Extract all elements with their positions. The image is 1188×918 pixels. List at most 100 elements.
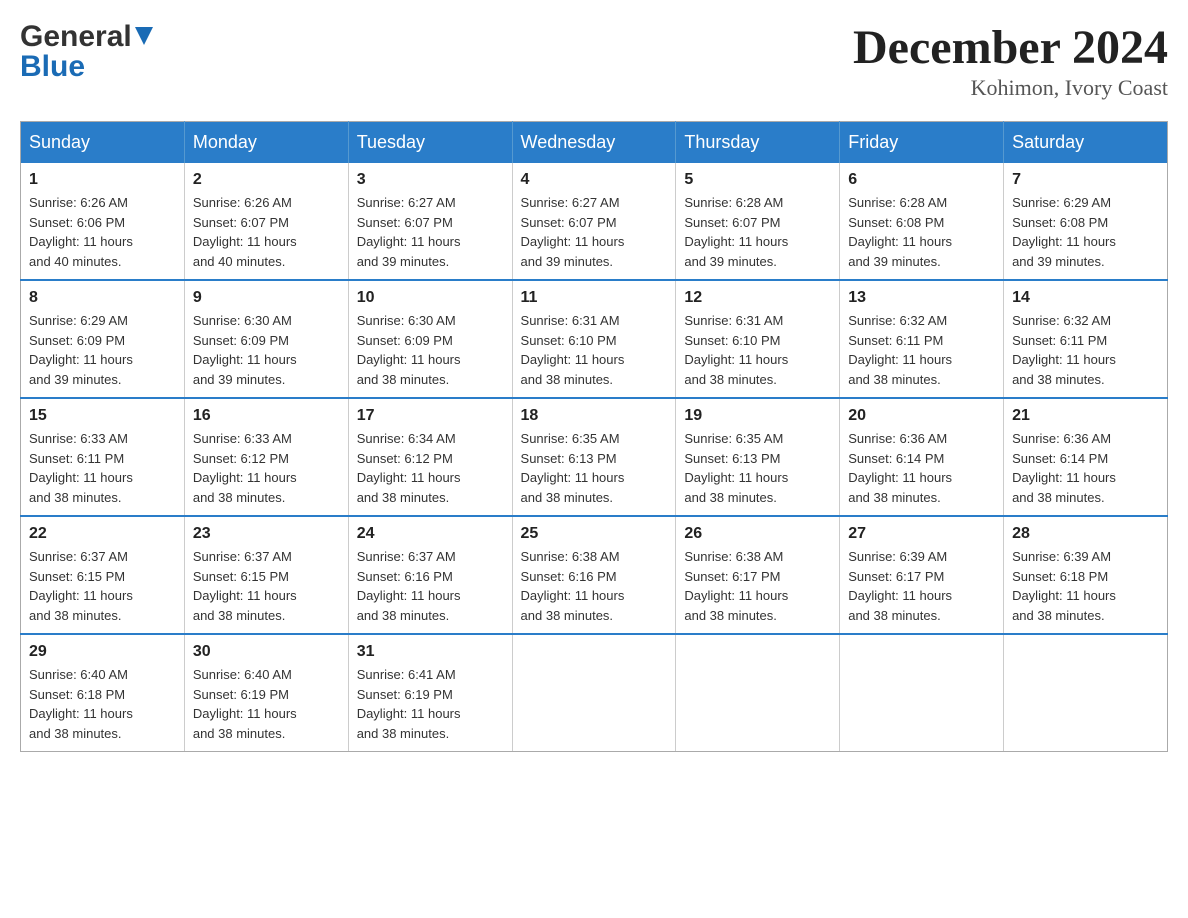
- day-number: 15: [29, 407, 176, 425]
- calendar-day-cell: [512, 634, 676, 752]
- calendar-day-cell: 24 Sunrise: 6:37 AMSunset: 6:16 PMDayligh…: [348, 516, 512, 634]
- calendar-day-cell: 21 Sunrise: 6:36 AMSunset: 6:14 PMDayligh…: [1004, 398, 1168, 516]
- day-info: Sunrise: 6:37 AMSunset: 6:16 PMDaylight:…: [357, 547, 504, 625]
- calendar-day-cell: 15 Sunrise: 6:33 AMSunset: 6:11 PMDayligh…: [21, 398, 185, 516]
- day-number: 27: [848, 525, 995, 543]
- day-info: Sunrise: 6:31 AMSunset: 6:10 PMDaylight:…: [521, 311, 668, 389]
- column-header-tuesday: Tuesday: [348, 122, 512, 164]
- day-info: Sunrise: 6:38 AMSunset: 6:16 PMDaylight:…: [521, 547, 668, 625]
- day-info: Sunrise: 6:37 AMSunset: 6:15 PMDaylight:…: [193, 547, 340, 625]
- calendar-day-cell: 7Sunrise: 6:29 AMSunset: 6:08 PMDaylight…: [1004, 163, 1168, 280]
- calendar-day-cell: 25 Sunrise: 6:38 AMSunset: 6:16 PMDayligh…: [512, 516, 676, 634]
- calendar-day-cell: [676, 634, 840, 752]
- day-info: Sunrise: 6:26 AMSunset: 6:06 PMDaylight:…: [29, 193, 176, 271]
- day-number: 21: [1012, 407, 1159, 425]
- location: Kohimon, Ivory Coast: [853, 75, 1168, 101]
- day-info: Sunrise: 6:39 AMSunset: 6:18 PMDaylight:…: [1012, 547, 1159, 625]
- day-info: Sunrise: 6:36 AMSunset: 6:14 PMDaylight:…: [848, 429, 995, 507]
- calendar-day-cell: 6 Sunrise: 6:28 AMSunset: 6:08 PMDaylight…: [840, 163, 1004, 280]
- calendar-day-cell: 8 Sunrise: 6:29 AMSunset: 6:09 PMDaylight…: [21, 280, 185, 398]
- day-number: 19: [684, 407, 831, 425]
- column-header-sunday: Sunday: [21, 122, 185, 164]
- calendar-day-cell: 4Sunrise: 6:27 AMSunset: 6:07 PMDaylight…: [512, 163, 676, 280]
- day-number: 6: [848, 171, 995, 189]
- day-number: 1: [29, 171, 176, 189]
- calendar-day-cell: 23 Sunrise: 6:37 AMSunset: 6:15 PMDayligh…: [184, 516, 348, 634]
- day-info: Sunrise: 6:34 AMSunset: 6:12 PMDaylight:…: [357, 429, 504, 507]
- day-number: 26: [684, 525, 831, 543]
- calendar-day-cell: 30 Sunrise: 6:40 AMSunset: 6:19 PMDayligh…: [184, 634, 348, 752]
- day-number: 23: [193, 525, 340, 543]
- day-number: 28: [1012, 525, 1159, 543]
- day-number: 10: [357, 289, 504, 307]
- logo: General Blue: [20, 20, 153, 84]
- logo-blue: Blue: [20, 50, 153, 84]
- month-title: December 2024: [853, 20, 1168, 75]
- day-number: 24: [357, 525, 504, 543]
- calendar-week-1: 1 Sunrise: 6:26 AMSunset: 6:06 PMDaylight…: [21, 163, 1168, 280]
- day-info: Sunrise: 6:36 AMSunset: 6:14 PMDaylight:…: [1012, 429, 1159, 507]
- day-info: Sunrise: 6:41 AMSunset: 6:19 PMDaylight:…: [357, 665, 504, 743]
- day-number: 30: [193, 643, 340, 661]
- day-number: 18: [521, 407, 668, 425]
- logo-arrow-icon: [135, 27, 153, 47]
- calendar-day-cell: 27Sunrise: 6:39 AMSunset: 6:17 PMDayligh…: [840, 516, 1004, 634]
- day-number: 13: [848, 289, 995, 307]
- calendar-day-cell: 10 Sunrise: 6:30 AMSunset: 6:09 PMDayligh…: [348, 280, 512, 398]
- logo-general: General: [20, 20, 153, 54]
- day-info: Sunrise: 6:29 AMSunset: 6:09 PMDaylight:…: [29, 311, 176, 389]
- calendar-week-3: 15 Sunrise: 6:33 AMSunset: 6:11 PMDayligh…: [21, 398, 1168, 516]
- column-header-monday: Monday: [184, 122, 348, 164]
- calendar-day-cell: 11Sunrise: 6:31 AMSunset: 6:10 PMDayligh…: [512, 280, 676, 398]
- day-info: Sunrise: 6:38 AMSunset: 6:17 PMDaylight:…: [684, 547, 831, 625]
- calendar-day-cell: 22Sunrise: 6:37 AMSunset: 6:15 PMDayligh…: [21, 516, 185, 634]
- calendar-day-cell: 5Sunrise: 6:28 AMSunset: 6:07 PMDaylight…: [676, 163, 840, 280]
- calendar-day-cell: 12 Sunrise: 6:31 AMSunset: 6:10 PMDayligh…: [676, 280, 840, 398]
- calendar-header-row: SundayMondayTuesdayWednesdayThursdayFrid…: [21, 122, 1168, 164]
- day-info: Sunrise: 6:28 AMSunset: 6:08 PMDaylight:…: [848, 193, 995, 271]
- day-number: 25: [521, 525, 668, 543]
- column-header-thursday: Thursday: [676, 122, 840, 164]
- day-info: Sunrise: 6:33 AMSunset: 6:11 PMDaylight:…: [29, 429, 176, 507]
- day-info: Sunrise: 6:37 AMSunset: 6:15 PMDaylight:…: [29, 547, 176, 625]
- page-header: General Blue December 2024 Kohimon, Ivor…: [20, 20, 1168, 101]
- day-number: 3: [357, 171, 504, 189]
- day-number: 7: [1012, 171, 1159, 189]
- calendar-day-cell: 19 Sunrise: 6:35 AMSunset: 6:13 PMDayligh…: [676, 398, 840, 516]
- calendar-day-cell: 31 Sunrise: 6:41 AMSunset: 6:19 PMDayligh…: [348, 634, 512, 752]
- calendar-week-2: 8 Sunrise: 6:29 AMSunset: 6:09 PMDaylight…: [21, 280, 1168, 398]
- day-number: 2: [193, 171, 340, 189]
- calendar-day-cell: 2 Sunrise: 6:26 AMSunset: 6:07 PMDaylight…: [184, 163, 348, 280]
- calendar-day-cell: 18Sunrise: 6:35 AMSunset: 6:13 PMDayligh…: [512, 398, 676, 516]
- calendar-week-4: 22Sunrise: 6:37 AMSunset: 6:15 PMDayligh…: [21, 516, 1168, 634]
- day-number: 9: [193, 289, 340, 307]
- day-number: 29: [29, 643, 176, 661]
- day-number: 31: [357, 643, 504, 661]
- day-info: Sunrise: 6:40 AMSunset: 6:19 PMDaylight:…: [193, 665, 340, 743]
- day-info: Sunrise: 6:33 AMSunset: 6:12 PMDaylight:…: [193, 429, 340, 507]
- calendar-table: SundayMondayTuesdayWednesdayThursdayFrid…: [20, 121, 1168, 752]
- calendar-day-cell: 26 Sunrise: 6:38 AMSunset: 6:17 PMDayligh…: [676, 516, 840, 634]
- day-number: 14: [1012, 289, 1159, 307]
- calendar-day-cell: 1 Sunrise: 6:26 AMSunset: 6:06 PMDaylight…: [21, 163, 185, 280]
- column-header-saturday: Saturday: [1004, 122, 1168, 164]
- day-number: 12: [684, 289, 831, 307]
- calendar-day-cell: 16 Sunrise: 6:33 AMSunset: 6:12 PMDayligh…: [184, 398, 348, 516]
- day-info: Sunrise: 6:27 AMSunset: 6:07 PMDaylight:…: [521, 193, 668, 271]
- day-number: 16: [193, 407, 340, 425]
- calendar-day-cell: 9 Sunrise: 6:30 AMSunset: 6:09 PMDaylight…: [184, 280, 348, 398]
- day-info: Sunrise: 6:30 AMSunset: 6:09 PMDaylight:…: [357, 311, 504, 389]
- day-info: Sunrise: 6:35 AMSunset: 6:13 PMDaylight:…: [684, 429, 831, 507]
- day-info: Sunrise: 6:31 AMSunset: 6:10 PMDaylight:…: [684, 311, 831, 389]
- calendar-day-cell: [840, 634, 1004, 752]
- day-number: 5: [684, 171, 831, 189]
- calendar-day-cell: 20Sunrise: 6:36 AMSunset: 6:14 PMDayligh…: [840, 398, 1004, 516]
- calendar-day-cell: 29Sunrise: 6:40 AMSunset: 6:18 PMDayligh…: [21, 634, 185, 752]
- day-info: Sunrise: 6:27 AMSunset: 6:07 PMDaylight:…: [357, 193, 504, 271]
- day-info: Sunrise: 6:26 AMSunset: 6:07 PMDaylight:…: [193, 193, 340, 271]
- day-number: 8: [29, 289, 176, 307]
- day-info: Sunrise: 6:30 AMSunset: 6:09 PMDaylight:…: [193, 311, 340, 389]
- day-number: 17: [357, 407, 504, 425]
- calendar-day-cell: 17 Sunrise: 6:34 AMSunset: 6:12 PMDayligh…: [348, 398, 512, 516]
- calendar-day-cell: 14Sunrise: 6:32 AMSunset: 6:11 PMDayligh…: [1004, 280, 1168, 398]
